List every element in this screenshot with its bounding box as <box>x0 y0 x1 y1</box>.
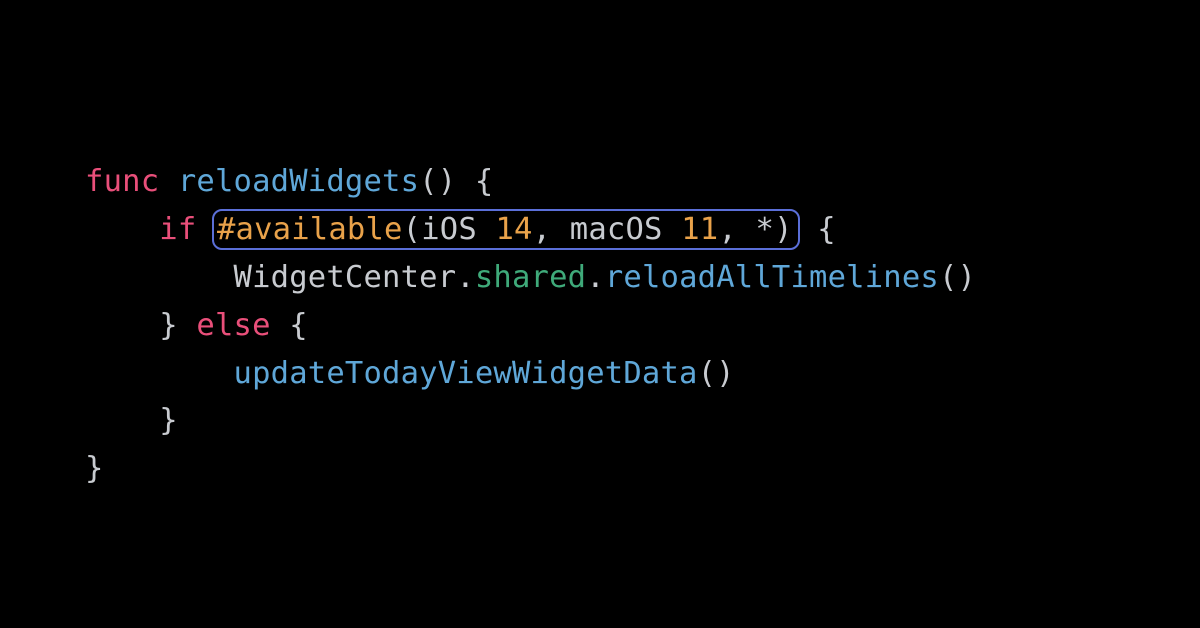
code-snippet: func reloadWidgets() { if #available(iOS… <box>85 158 976 493</box>
platform-macos: macOS <box>570 212 663 247</box>
keyword-func: func <box>85 164 159 199</box>
type-widgetcenter: WidgetCenter <box>234 260 457 295</box>
code-line-1: func reloadWidgets() { <box>85 164 493 199</box>
func-updatetodayviewwidgetdata: updateTodayViewWidgetData <box>234 356 698 391</box>
hash-available: #available <box>217 212 403 247</box>
method-reloadalltimelines: reloadAllTimelines <box>605 260 939 295</box>
code-line-4: } else { <box>85 308 308 343</box>
platform-ios: iOS <box>421 212 477 247</box>
keyword-if: if <box>159 212 196 247</box>
brace-close: } <box>159 403 178 438</box>
star: * <box>755 212 774 247</box>
brace-open: { <box>475 164 494 199</box>
code-line-6: } <box>85 403 178 438</box>
code-line-5: updateTodayViewWidgetData() <box>85 356 735 391</box>
func-name: reloadWidgets <box>178 164 419 199</box>
number: 11 <box>681 212 718 247</box>
number: 14 <box>495 212 532 247</box>
keyword-else: else <box>196 308 270 343</box>
brace-open: { <box>817 212 836 247</box>
brace-close: } <box>159 308 178 343</box>
prop-shared: shared <box>475 260 586 295</box>
parens: () <box>698 356 735 391</box>
parens: () <box>939 260 976 295</box>
code-line-7: } <box>85 451 104 486</box>
available-highlight: #available(iOS 14, macOS 11, *) <box>215 212 799 247</box>
code-line-3: WidgetCenter.shared.reloadAllTimelines() <box>85 260 976 295</box>
paren-open: ( <box>403 212 422 247</box>
parens: () <box>419 164 456 199</box>
code-line-2: if #available(iOS 14, macOS 11, *) { <box>85 212 836 247</box>
brace-open: { <box>289 308 308 343</box>
paren-close: ) <box>774 212 793 247</box>
brace-close: } <box>85 451 104 486</box>
